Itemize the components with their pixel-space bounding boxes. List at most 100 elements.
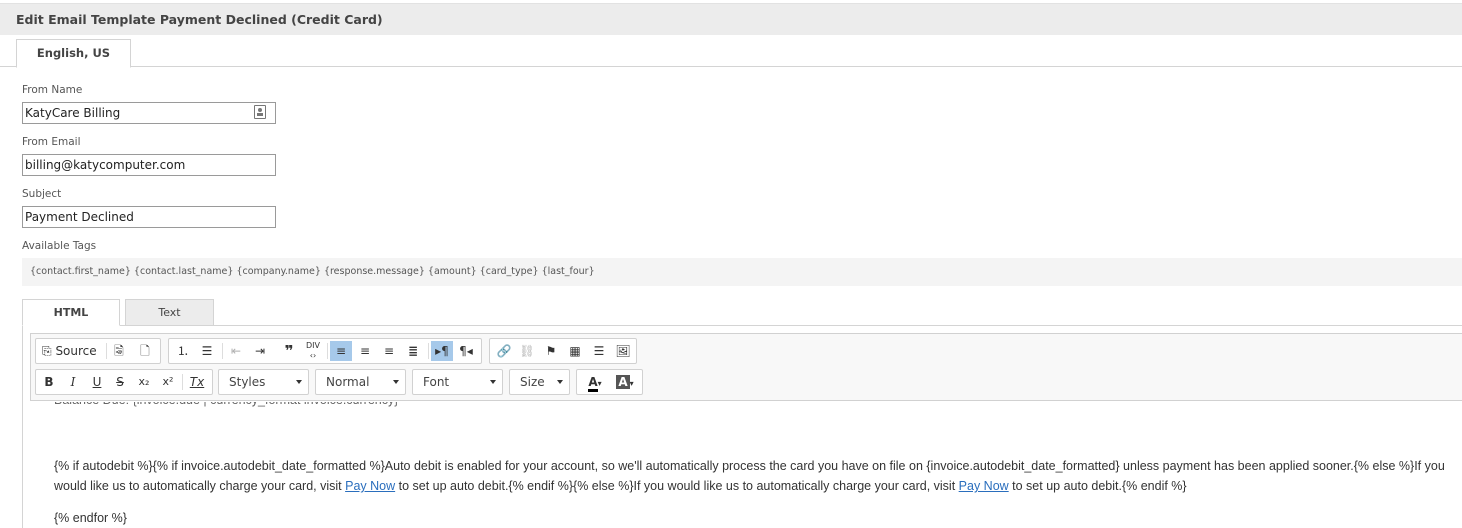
size-dropdown-label: Size bbox=[520, 375, 545, 389]
toolbar-group-colors: A▾ A ▾ bbox=[576, 369, 643, 395]
horizontal-line-icon: ☰ bbox=[593, 344, 605, 358]
anchor-button[interactable]: ⚑ bbox=[540, 341, 562, 361]
create-div-button[interactable]: DIV ‹› bbox=[302, 341, 324, 361]
pay-now-link-1[interactable]: Pay Now bbox=[345, 479, 395, 493]
source-button[interactable]: ⎘ Source bbox=[38, 341, 100, 361]
underline-button[interactable]: U bbox=[86, 372, 108, 392]
toolbar-group-basic-styles: B I U S x₂ x² Tx bbox=[35, 369, 213, 395]
strikethrough-button[interactable]: S bbox=[109, 372, 131, 392]
preview-icon: 🗟 bbox=[114, 344, 124, 358]
subject-input[interactable]: Payment Declined bbox=[22, 206, 276, 228]
font-dropdown[interactable]: Font bbox=[412, 369, 503, 395]
align-right-icon: ≡ bbox=[383, 344, 395, 358]
subscript-icon: x₂ bbox=[138, 375, 150, 388]
endfor-line: {% endfor %} bbox=[54, 511, 127, 525]
chevron-down-icon bbox=[393, 380, 399, 384]
indent-icon: ⇥ bbox=[254, 344, 266, 358]
align-center-button[interactable]: ≡ bbox=[354, 341, 376, 361]
text-direction-rtl-button[interactable]: ¶◂ bbox=[455, 341, 477, 361]
chevron-down-icon bbox=[557, 380, 563, 384]
superscript-icon: x² bbox=[162, 375, 174, 388]
table-icon: ▦ bbox=[569, 344, 581, 358]
toolbar-group-paragraph: ⒈ ☰ ⇤ ⇥ ❞ DIV ‹› ≡ ≡ ≡ ≣ ▸¶ ¶◂ bbox=[168, 338, 482, 364]
format-dropdown-label: Normal bbox=[326, 375, 370, 389]
flag-icon: ⚑ bbox=[545, 344, 557, 358]
preview-button[interactable]: 🗟 bbox=[108, 341, 130, 361]
pay-now-link-2[interactable]: Pay Now bbox=[959, 479, 1009, 493]
chevron-down-icon bbox=[296, 380, 302, 384]
div-icon: DIV ‹› bbox=[306, 341, 320, 360]
blockquote-button[interactable]: ❞ bbox=[278, 341, 300, 361]
templates-button[interactable]: 🗋 bbox=[134, 341, 156, 361]
image-icon: 🖼 bbox=[615, 344, 631, 358]
underline-icon: U bbox=[92, 375, 102, 389]
align-center-icon: ≡ bbox=[359, 344, 371, 358]
text-color-icon: A bbox=[588, 375, 598, 392]
subscript-button[interactable]: x₂ bbox=[133, 372, 155, 392]
unlink-button[interactable]: ⛓ bbox=[516, 341, 538, 361]
editor-content[interactable]: Balance Due: {invoice.due | currency_for… bbox=[31, 402, 1462, 528]
document-icon: 🗋 bbox=[140, 344, 150, 358]
clear-format-icon: Tx bbox=[189, 375, 205, 389]
ltr-icon: ▸¶ bbox=[435, 344, 449, 358]
autodebit-paragraph: {% if autodebit %}{% if invoice.autodebi… bbox=[54, 456, 1454, 496]
language-tabs: English, US bbox=[0, 35, 1462, 68]
link-button[interactable]: 🔗 bbox=[493, 341, 515, 361]
size-dropdown[interactable]: Size bbox=[509, 369, 570, 395]
from-name-label: From Name bbox=[22, 84, 83, 96]
autodebit-text-3: to set up auto debit.{% endif %} bbox=[1008, 479, 1187, 493]
bold-icon: B bbox=[44, 375, 54, 389]
tab-text[interactable]: Text bbox=[125, 299, 214, 326]
outdent-button[interactable]: ⇤ bbox=[225, 341, 247, 361]
autodebit-text-2: to set up auto debit.{% endif %}{% else … bbox=[395, 479, 959, 493]
numbered-list-button[interactable]: ⒈ bbox=[172, 341, 194, 361]
subject-label: Subject bbox=[22, 188, 62, 200]
bold-button[interactable]: B bbox=[38, 372, 60, 392]
font-dropdown-label: Font bbox=[423, 375, 450, 389]
tab-html[interactable]: HTML bbox=[22, 299, 120, 326]
superscript-button[interactable]: x² bbox=[157, 372, 179, 392]
strikethrough-icon: S bbox=[116, 375, 124, 389]
from-email-label: From Email bbox=[22, 136, 81, 148]
table-button[interactable]: ▦ bbox=[564, 341, 586, 361]
text-direction-ltr-button[interactable]: ▸¶ bbox=[431, 341, 453, 361]
image-button[interactable]: 🖼 bbox=[612, 341, 634, 361]
contact-card-icon[interactable] bbox=[254, 105, 266, 119]
justify-button[interactable]: ≣ bbox=[402, 341, 424, 361]
justify-icon: ≣ bbox=[407, 344, 419, 358]
styles-dropdown[interactable]: Styles bbox=[218, 369, 309, 395]
align-right-button[interactable]: ≡ bbox=[378, 341, 400, 361]
source-label: Source bbox=[55, 344, 97, 358]
available-tags-label: Available Tags bbox=[22, 240, 97, 252]
remove-format-button[interactable]: Tx bbox=[186, 372, 208, 392]
from-email-input[interactable]: billing@katycomputer.com bbox=[22, 154, 276, 176]
outdent-icon: ⇤ bbox=[230, 344, 242, 358]
unlink-icon: ⛓ bbox=[519, 344, 535, 358]
chevron-down-icon bbox=[490, 380, 496, 384]
bulleted-list-button[interactable]: ☰ bbox=[196, 341, 218, 361]
quote-icon: ❞ bbox=[284, 342, 294, 360]
background-color-icon: A bbox=[616, 375, 630, 389]
align-left-button[interactable]: ≡ bbox=[330, 341, 352, 361]
tab-english-us[interactable]: English, US bbox=[16, 39, 131, 68]
page-title: Edit Email Template Payment Declined (Cr… bbox=[16, 12, 383, 27]
indent-button[interactable]: ⇥ bbox=[249, 341, 271, 361]
page-header: Edit Email Template Payment Declined (Cr… bbox=[0, 3, 1462, 35]
text-color-button[interactable]: A▾ bbox=[581, 372, 609, 392]
italic-icon: I bbox=[70, 375, 76, 389]
toolbar-group-insert: 🔗 ⛓ ⚑ ▦ ☰ 🖼 bbox=[489, 338, 637, 364]
toolbar-group-document: ⎘ Source 🗟 🗋 bbox=[35, 338, 161, 364]
balance-due-line: Balance Due: {invoice.due | currency_for… bbox=[54, 402, 1454, 410]
horizontal-line-button[interactable]: ☰ bbox=[588, 341, 610, 361]
source-icon: ⎘ bbox=[42, 344, 52, 358]
bulleted-list-icon: ☰ bbox=[201, 344, 213, 358]
align-left-icon: ≡ bbox=[335, 344, 347, 358]
background-color-button[interactable]: A ▾ bbox=[611, 372, 639, 392]
styles-dropdown-label: Styles bbox=[229, 375, 266, 389]
italic-button[interactable]: I bbox=[62, 372, 84, 392]
link-icon: 🔗 bbox=[496, 344, 512, 358]
format-dropdown[interactable]: Normal bbox=[315, 369, 406, 395]
numbered-list-icon: ⒈ bbox=[176, 344, 189, 358]
from-name-input[interactable]: KatyCare Billing bbox=[22, 102, 276, 124]
available-tags-list: {contact.first_name} {contact.last_name}… bbox=[22, 258, 1462, 286]
